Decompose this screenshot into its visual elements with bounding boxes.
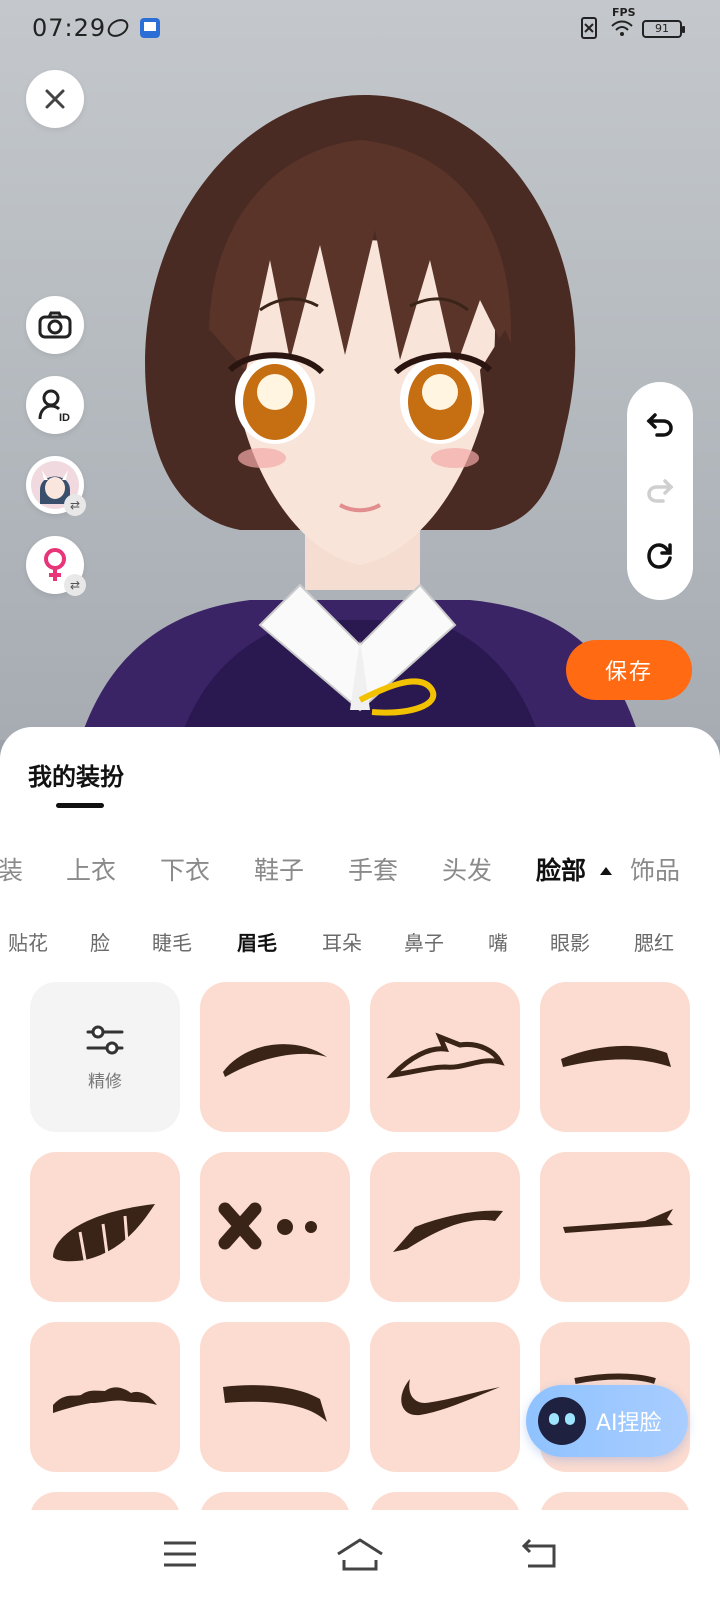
eyebrow-option[interactable] [200, 982, 350, 1132]
refine-button[interactable]: 精修 [30, 982, 180, 1132]
system-nav-bar [0, 1510, 720, 1600]
menu-icon [164, 1541, 196, 1567]
close-button[interactable] [26, 70, 84, 128]
tab-category-top[interactable]: 上衣 [66, 851, 116, 887]
tab-sub-eyeshadow[interactable]: 眼影 [550, 927, 590, 956]
tab-category-face[interactable]: 脸部 [536, 851, 586, 887]
eyebrow-option[interactable] [370, 982, 520, 1132]
tab-sub-eyebrow[interactable]: 眉毛 [237, 927, 277, 956]
reset-button[interactable] [640, 536, 680, 576]
eyebrow-option[interactable] [200, 1322, 350, 1472]
eyebrow-tribal-icon [386, 1032, 505, 1079]
app-badge-icon [140, 18, 160, 38]
tab-sub-face[interactable]: 脸 [90, 927, 110, 956]
fps-label: FPS [612, 6, 636, 19]
eyebrow-arched-icon [223, 1044, 327, 1077]
sim-off-icon [581, 17, 597, 39]
home-icon [337, 1538, 383, 1571]
swap-icon: ⇄ [64, 494, 86, 516]
avatar-id-button[interactable]: ID [26, 376, 84, 434]
tab-sub-eyelash[interactable]: 睫毛 [152, 927, 192, 956]
avatar-character [80, 95, 640, 740]
eyebrow-wavy-icon [53, 1387, 157, 1413]
eyebrow-option[interactable] [30, 1152, 180, 1302]
tab-category-bottom[interactable]: 下衣 [160, 851, 210, 887]
app-notification-icon [107, 19, 129, 37]
tab-category-accessories[interactable]: 饰品 [630, 851, 680, 887]
tab-category[interactable]: 装 [0, 851, 23, 887]
camera-button[interactable] [26, 296, 84, 354]
recents-button[interactable] [150, 1532, 210, 1576]
eyebrow-option[interactable] [370, 1492, 520, 1510]
redo-icon [647, 479, 674, 503]
tab-sub-decal[interactable]: 贴花 [8, 927, 48, 956]
tab-category-hair[interactable]: 头发 [442, 851, 492, 887]
eyebrow-option[interactable] [370, 1322, 520, 1472]
character-switch-button[interactable]: ⇄ [26, 456, 86, 516]
panel-title-underline [56, 803, 104, 808]
status-bar: 07:29 FPS 91 [0, 0, 720, 56]
panel-title: 我的装扮 [28, 763, 124, 791]
tab-sub-ears[interactable]: 耳朵 [322, 927, 362, 956]
eyebrow-option[interactable] [370, 1152, 520, 1302]
history-controls [627, 382, 693, 600]
eyebrow-cross-dots-icon [218, 1202, 317, 1250]
gender-switch-button[interactable]: ⇄ [26, 536, 86, 596]
back-button[interactable] [510, 1532, 570, 1576]
eyebrow-straight-icon [563, 1209, 673, 1233]
eyebrow-option[interactable] [540, 1492, 690, 1510]
swap-icon: ⇄ [64, 574, 86, 596]
undo-icon [646, 413, 673, 437]
tab-sub-nose[interactable]: 鼻子 [404, 927, 444, 956]
reset-icon [647, 543, 672, 569]
eyebrow-leaf-icon [53, 1204, 155, 1262]
tab-sub-mouth[interactable]: 嘴 [488, 927, 508, 956]
eyebrow-option[interactable] [540, 982, 690, 1132]
undo-button[interactable] [640, 404, 680, 444]
category-tabs: 装 上衣 下衣 鞋子 手套 头发 脸部 饰品 [0, 851, 720, 891]
ai-robot-icon [538, 1397, 586, 1445]
eyebrow-angled-icon [393, 1210, 503, 1252]
ai-face-label: AI捏脸 [596, 1411, 662, 1436]
camera-icon [38, 311, 72, 339]
svg-text:ID: ID [59, 412, 70, 423]
save-button[interactable]: 保存 [566, 640, 692, 700]
eyebrow-swoosh-icon [401, 1379, 500, 1416]
tab-category-gloves[interactable]: 手套 [348, 851, 398, 887]
eyebrow-block-icon [223, 1385, 327, 1422]
redo-button[interactable] [640, 470, 680, 510]
tab-sub-blush[interactable]: 腮红 [634, 927, 674, 956]
sliders-icon [86, 1025, 124, 1054]
status-time: 07:29 [32, 14, 107, 42]
ai-face-button[interactable]: AI捏脸 [526, 1385, 688, 1457]
close-icon [45, 89, 65, 109]
battery-indicator: 91 [642, 20, 685, 38]
eyebrow-option[interactable] [200, 1152, 350, 1302]
user-id-icon: ID [38, 389, 70, 423]
eyebrow-option[interactable] [200, 1492, 350, 1510]
home-button[interactable] [330, 1532, 390, 1576]
wifi-icon [611, 20, 633, 36]
eyebrow-option[interactable] [540, 1152, 690, 1302]
subcategory-tabs: 贴花 脸 睫毛 眉毛 耳朵 鼻子 嘴 眼影 腮红 [0, 927, 720, 959]
tab-category-shoes[interactable]: 鞋子 [254, 851, 304, 887]
eyebrow-option[interactable] [30, 1492, 180, 1510]
eyebrow-option[interactable] [30, 1322, 180, 1472]
back-icon [521, 1538, 556, 1568]
refine-label: 精修 [88, 1071, 122, 1092]
avatar-stage[interactable] [0, 0, 720, 740]
caret-up-icon [600, 867, 612, 875]
eyebrow-thick-icon [561, 1045, 671, 1067]
